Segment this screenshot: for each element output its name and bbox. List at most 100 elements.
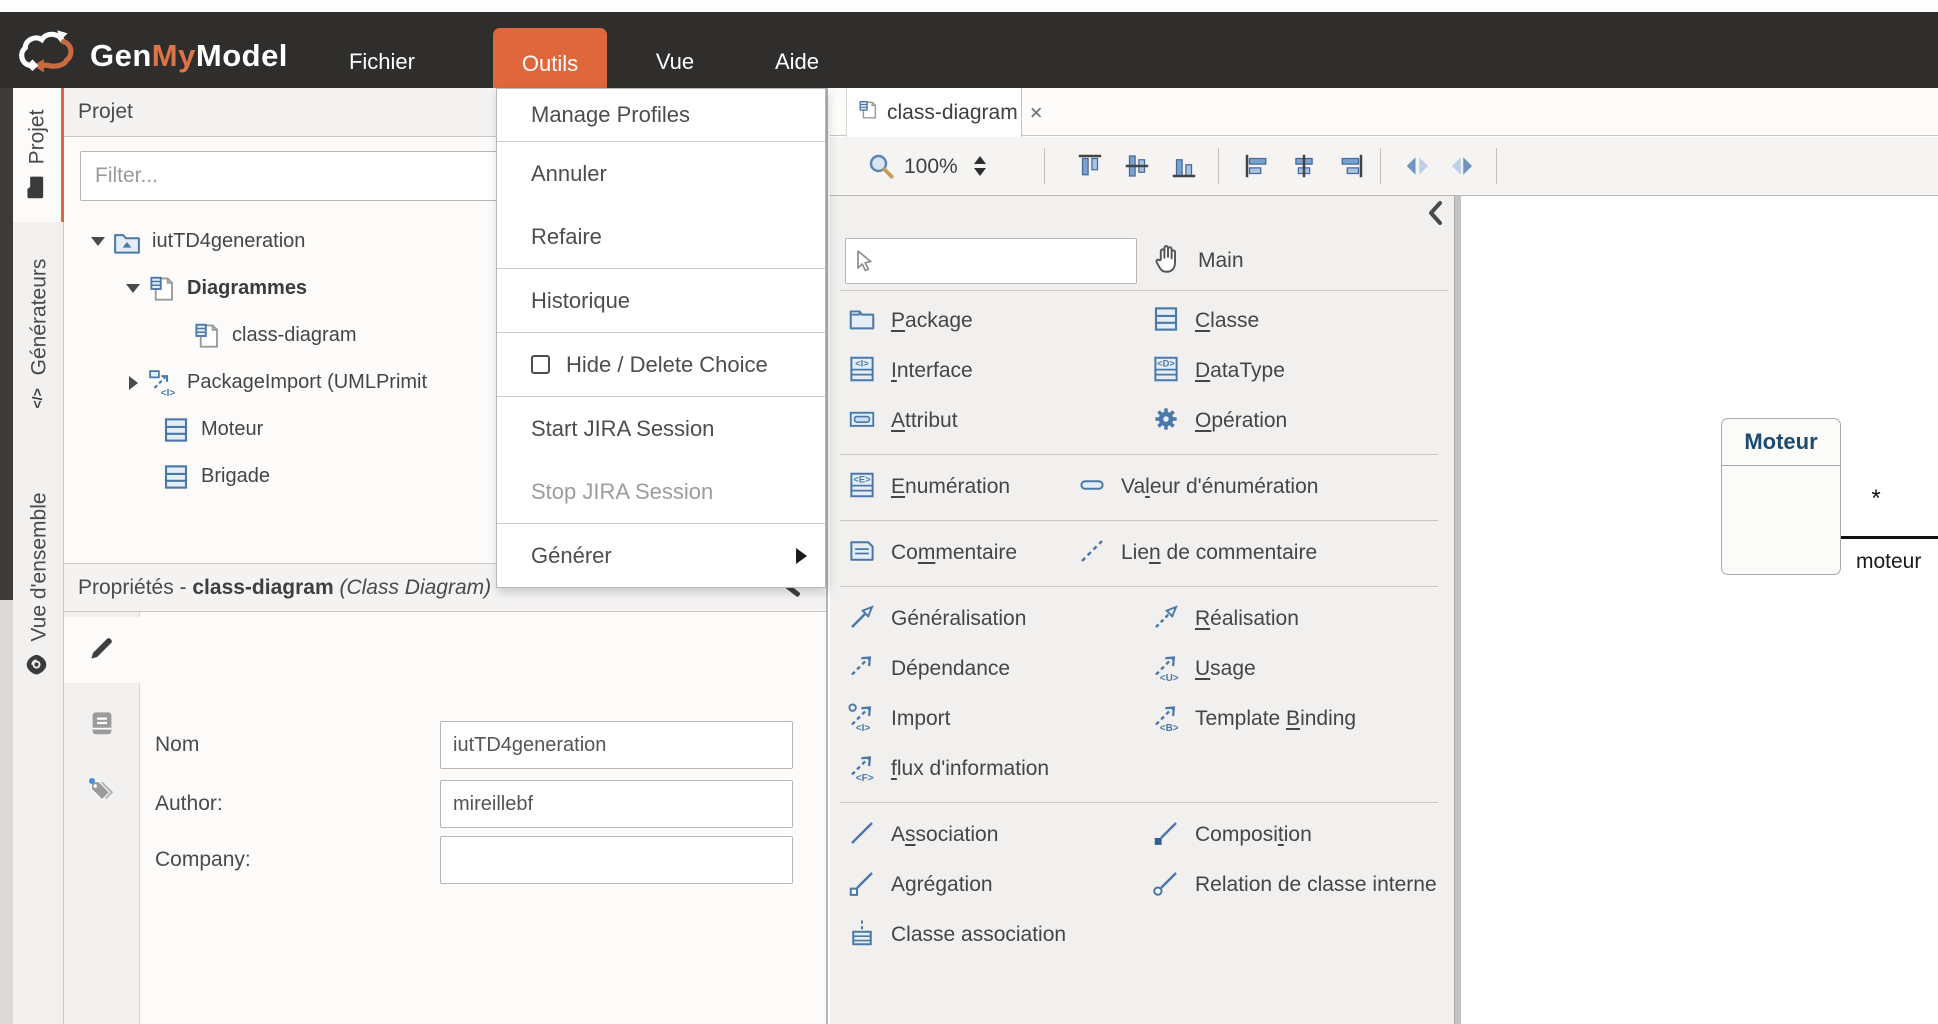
diagram-canvas[interactable] xyxy=(1461,196,1938,1024)
diagram-tab-icon xyxy=(857,99,879,126)
align-middle-button[interactable] xyxy=(1122,151,1152,181)
palette-section-divider xyxy=(830,512,1454,528)
palette-row: Généralisation Réalisation xyxy=(830,594,1454,644)
close-tab-icon[interactable]: × xyxy=(1030,102,1043,124)
palette-tool-g-n-ralisation[interactable]: Généralisation xyxy=(847,594,1026,644)
align-top-button[interactable] xyxy=(1075,151,1105,181)
hand-icon xyxy=(1150,241,1186,282)
tags-icon xyxy=(87,776,117,811)
nom-input[interactable] xyxy=(440,721,793,769)
palette-tool-enum-ration[interactable]: <E>Enumération xyxy=(847,462,1010,512)
collapse-palette-icon[interactable] xyxy=(1424,199,1448,227)
company-input[interactable] xyxy=(440,836,793,884)
brand-text: GenMyModel xyxy=(90,38,288,74)
menu-item-start-jira-session[interactable]: Start JIRA Session xyxy=(497,397,825,460)
class-icon xyxy=(1151,304,1181,339)
palette-section-divider xyxy=(830,578,1454,594)
submenu-arrow-icon xyxy=(796,548,807,564)
align-right-button[interactable] xyxy=(1336,151,1366,181)
app-logo[interactable]: GenMyModel xyxy=(16,24,288,88)
generalization-icon xyxy=(847,602,877,637)
palette-tool-flux-d-information[interactable]: <F>flux d'information xyxy=(847,744,1049,794)
palette-tool-usage[interactable]: <U>Usage xyxy=(1151,644,1256,694)
palette-tool-d-pendance[interactable]: Dépendance xyxy=(847,644,1010,694)
pencil-icon xyxy=(87,633,117,668)
palette-canvas-splitter[interactable] xyxy=(1454,196,1461,1024)
palette-tool-association[interactable]: Association xyxy=(847,810,998,860)
zoom-decrease-icon[interactable] xyxy=(974,168,986,176)
palette-tool-classe[interactable]: Classe xyxy=(1151,296,1259,346)
information-flow-icon: <F> xyxy=(847,752,877,787)
properties-tab-tags[interactable] xyxy=(64,760,140,826)
diagram-icon xyxy=(192,321,222,351)
zoom-magnifier-icon[interactable] xyxy=(866,151,896,181)
flip-right-button[interactable] xyxy=(1447,151,1477,181)
flip-left-button[interactable] xyxy=(1403,151,1433,181)
toolbar-separator xyxy=(1044,148,1045,184)
project-filter-input[interactable] xyxy=(80,151,516,201)
palette-row: Classe association xyxy=(830,910,1454,960)
menu-item-hide-delete-choice[interactable]: Hide / Delete Choice xyxy=(497,333,825,396)
inner-class-icon xyxy=(1151,868,1181,903)
association-edge[interactable] xyxy=(1841,536,1938,539)
menu-item-g-n-rer[interactable]: Générer xyxy=(497,524,825,587)
toolbar-separator xyxy=(1496,148,1497,184)
palette-tool-interface[interactable]: <I>Interface xyxy=(847,346,973,396)
sidebar-tab-projet[interactable]: Projet xyxy=(13,88,64,222)
menu-item-manage-profiles[interactable]: Manage Profiles xyxy=(497,89,825,141)
class-icon xyxy=(161,415,191,445)
palette-tool-valeur-d-num-ration[interactable]: Valeur d'énumération xyxy=(1077,462,1318,512)
expand-arrow-icon[interactable] xyxy=(123,376,143,390)
tab-class-diagram[interactable]: class-diagram × xyxy=(846,88,1022,137)
interface-icon: <I> xyxy=(847,354,877,389)
align-bottom-button[interactable] xyxy=(1169,151,1199,181)
collapse-arrow-icon[interactable] xyxy=(88,237,108,246)
realization-icon xyxy=(1151,602,1181,637)
properties-tab-book[interactable] xyxy=(64,692,140,758)
palette-tool-composition[interactable]: Composition xyxy=(1151,810,1312,860)
zoom-level-value: 100% xyxy=(904,155,958,179)
sidebar-tab-vue-d-ensemble[interactable]: Vue d'ensemble xyxy=(13,465,64,705)
author-input[interactable] xyxy=(440,780,793,828)
palette-tool-attribut[interactable]: Attribut xyxy=(847,396,958,446)
palette-tool-template-binding[interactable]: <B>Template Binding xyxy=(1151,694,1356,744)
palette-tool-package[interactable]: Package xyxy=(847,296,973,346)
aggregation-icon xyxy=(847,868,877,903)
datatype-icon: <D> xyxy=(1151,354,1181,389)
properties-tab-pencil[interactable] xyxy=(64,617,140,683)
zoom-increase-icon[interactable] xyxy=(974,156,986,164)
align-center-button[interactable] xyxy=(1289,151,1319,181)
uml-class-title: Moteur xyxy=(1722,419,1840,466)
code-icon: </> xyxy=(23,385,54,411)
import-icon: <I> xyxy=(847,702,877,737)
sidebar-tab-g-n-rateurs[interactable]: </>Générateurs xyxy=(13,245,64,425)
palette-row: <I>Import <B>Template Binding xyxy=(830,694,1454,744)
menu-item-refaire[interactable]: Refaire xyxy=(497,205,825,268)
menu-item-annuler[interactable]: Annuler xyxy=(497,142,825,205)
align-left-button[interactable] xyxy=(1242,151,1272,181)
zoom-stepper[interactable] xyxy=(972,151,988,181)
palette-tool-classe-association[interactable]: Classe association xyxy=(847,910,1066,960)
property-row-nom: Nom xyxy=(140,721,793,769)
palette-tool-datatype[interactable]: <D>DataType xyxy=(1151,346,1285,396)
palette-tool-import[interactable]: <I>Import xyxy=(847,694,951,744)
folder-solid-icon xyxy=(22,174,53,200)
menu-item-historique[interactable]: Historique xyxy=(497,269,825,332)
palette-tool-commentaire[interactable]: Commentaire xyxy=(847,528,1017,578)
palette-tool-op-ration[interactable]: Opération xyxy=(1151,396,1287,446)
menu-item-stop-jira-session[interactable]: Stop JIRA Session xyxy=(497,460,825,523)
palette-row: Commentaire Lien de commentaire xyxy=(830,528,1454,578)
palette-search-input[interactable] xyxy=(845,238,1137,284)
collapse-arrow-icon[interactable] xyxy=(123,284,143,293)
checkbox-icon[interactable] xyxy=(531,355,550,374)
uml-class-moteur[interactable]: Moteur xyxy=(1721,418,1841,575)
background-window-strip-top xyxy=(0,88,13,600)
palette-tool-lien-de-commentaire[interactable]: Lien de commentaire xyxy=(1077,528,1317,578)
overview-icon xyxy=(23,652,54,678)
palette-tool-main[interactable]: Main xyxy=(1150,240,1244,282)
palette-tool-agr-gation[interactable]: Agrégation xyxy=(847,860,993,910)
properties-body: NomAuthor:Company: Propriétés du diagram… xyxy=(64,612,826,1024)
palette-tool-r-alisation[interactable]: Réalisation xyxy=(1151,594,1299,644)
class-association-icon xyxy=(847,918,877,953)
palette-tool-relation-de-classe-interne[interactable]: Relation de classe interne xyxy=(1151,860,1437,910)
